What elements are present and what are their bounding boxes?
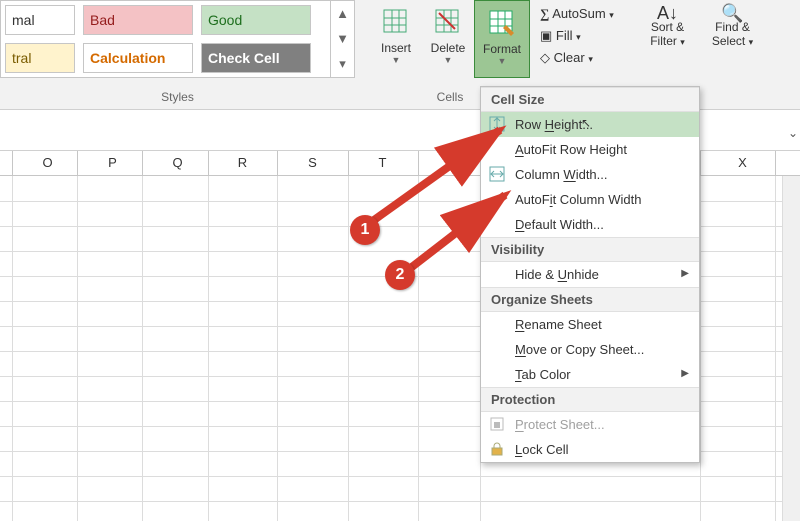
chevron-down-icon: ▼ <box>475 56 529 66</box>
menu-tab-color-label: Tab Color <box>515 367 571 382</box>
fill-button[interactable]: ▣ Fill ▾ <box>540 25 614 47</box>
insert-label: Insert <box>370 41 422 55</box>
submenu-arrow-icon: ▶ <box>681 368 689 379</box>
format-dropdown-menu: Cell Size Row Height... ↖ AutoFit Row He… <box>480 86 700 463</box>
sort-filter-button[interactable]: A↓ Sort & Filter ▾ <box>640 6 695 49</box>
menu-hide-unhide[interactable]: Hide & Unhide ▶ <box>481 262 699 287</box>
delete-cells-icon <box>432 6 464 38</box>
menu-protect-sheet: Protect Sheet... <box>481 412 699 437</box>
chevron-up-icon: ▲ <box>336 6 349 21</box>
editing-group: ∑ AutoSum ▾ ▣ Fill ▾ ◇ Clear ▾ <box>540 3 614 69</box>
menu-column-width[interactable]: Column Width... <box>481 162 699 187</box>
annotation-badge-1: 1 <box>350 215 380 245</box>
style-check-cell[interactable]: Check Cell <box>201 43 311 73</box>
group-label-styles: Styles <box>0 90 355 104</box>
column-width-icon <box>489 166 505 182</box>
menu-autofit-column-width[interactable]: AutoFit Column Width <box>481 187 699 212</box>
menu-protect-sheet-label: Protect Sheet... <box>515 417 605 432</box>
chevron-down-icon[interactable]: ⌄ <box>788 126 798 140</box>
insert-button[interactable]: Insert ▼ <box>370 0 422 78</box>
column-header[interactable]: S <box>280 155 345 170</box>
menu-move-or-copy-label: Move or Copy Sheet... <box>515 342 644 357</box>
eraser-icon: ◇ <box>540 50 550 65</box>
find-select-label-2: Select <box>712 34 745 48</box>
binoculars-icon: 🔍 <box>705 6 760 20</box>
column-header[interactable]: O <box>15 155 80 170</box>
style-neutral[interactable]: tral <box>5 43 75 73</box>
menu-autofit-column-label: AutoFit Column Width <box>515 192 641 207</box>
column-header[interactable]: Q <box>145 155 210 170</box>
chevron-down-icon: ▼ <box>370 55 422 65</box>
menu-column-width-label: Column Width... <box>515 167 608 182</box>
menu-lock-cell[interactable]: Lock Cell <box>481 437 699 462</box>
style-bad[interactable]: Bad <box>83 5 193 35</box>
menu-section-visibility: Visibility <box>481 237 699 262</box>
menu-rename-sheet[interactable]: Rename Sheet <box>481 312 699 337</box>
insert-cells-icon <box>380 6 412 38</box>
find-select-label-1: Find & <box>705 20 760 34</box>
menu-autofit-row-label: AutoFit Row Height <box>515 142 627 157</box>
row-height-icon <box>489 116 505 132</box>
protect-sheet-icon <box>489 416 505 432</box>
sort-filter-label-2: Filter <box>650 34 677 48</box>
lock-icon <box>489 441 505 457</box>
find-select-button[interactable]: 🔍 Find & Select ▾ <box>705 6 760 49</box>
menu-move-or-copy-sheet[interactable]: Move or Copy Sheet... <box>481 337 699 362</box>
cells-group: Insert ▼ Delete ▼ Format ▼ <box>370 0 530 78</box>
column-header[interactable]: T <box>350 155 415 170</box>
menu-lock-cell-label: Lock Cell <box>515 442 568 457</box>
fill-label: Fill <box>556 28 573 43</box>
chevron-down-icon: ▼ <box>336 31 349 46</box>
style-normal[interactable]: mal <box>5 5 75 35</box>
menu-default-width-label: Default Width... <box>515 217 604 232</box>
clear-label: Clear <box>554 50 585 65</box>
style-good[interactable]: Good <box>201 5 311 35</box>
menu-tab-color[interactable]: Tab Color ▶ <box>481 362 699 387</box>
styles-gallery-expand[interactable]: ▲ ▼ ▾ <box>330 1 354 77</box>
annotation-badge-2: 2 <box>385 260 415 290</box>
format-cells-icon <box>486 7 518 39</box>
sort-filter-label-1: Sort & <box>640 20 695 34</box>
column-header[interactable]: R <box>210 155 275 170</box>
menu-section-cell-size: Cell Size <box>481 87 699 112</box>
fill-down-icon: ▣ <box>540 28 552 43</box>
menu-autofit-row-height[interactable]: AutoFit Row Height <box>481 137 699 162</box>
column-header[interactable]: P <box>80 155 145 170</box>
chevron-down-icon: ▼ <box>422 55 474 65</box>
menu-section-protection: Protection <box>481 387 699 412</box>
more-icon: ▾ <box>339 56 346 72</box>
style-calculation[interactable]: Calculation <box>83 43 193 73</box>
menu-rename-sheet-label: Rename Sheet <box>515 317 602 332</box>
submenu-arrow-icon: ▶ <box>681 268 689 279</box>
sigma-icon: ∑ <box>540 6 549 21</box>
sort-icon: A↓ <box>640 6 695 20</box>
styles-gallery: mal Bad Good tral Calculation Check Cell… <box>0 0 355 78</box>
autosum-button[interactable]: ∑ AutoSum ▾ <box>540 3 614 25</box>
sort-find-group: A↓ Sort & Filter ▾ 🔍 Find & Select ▾ <box>640 6 760 49</box>
column-header[interactable]: X <box>710 155 775 170</box>
delete-button[interactable]: Delete ▼ <box>422 0 474 78</box>
vertical-scrollbar[interactable] <box>782 176 800 521</box>
menu-hide-unhide-label: Hide & Unhide <box>515 267 599 282</box>
menu-default-width[interactable]: Default Width... <box>481 212 699 237</box>
delete-label: Delete <box>422 41 474 55</box>
autosum-label: AutoSum <box>552 6 605 21</box>
menu-row-height[interactable]: Row Height... ↖ <box>481 112 699 137</box>
format-label: Format <box>475 42 529 56</box>
clear-button[interactable]: ◇ Clear ▾ <box>540 47 614 69</box>
format-button[interactable]: Format ▼ <box>474 0 530 78</box>
cursor-icon: ↖ <box>581 116 591 130</box>
menu-section-organize-sheets: Organize Sheets <box>481 287 699 312</box>
